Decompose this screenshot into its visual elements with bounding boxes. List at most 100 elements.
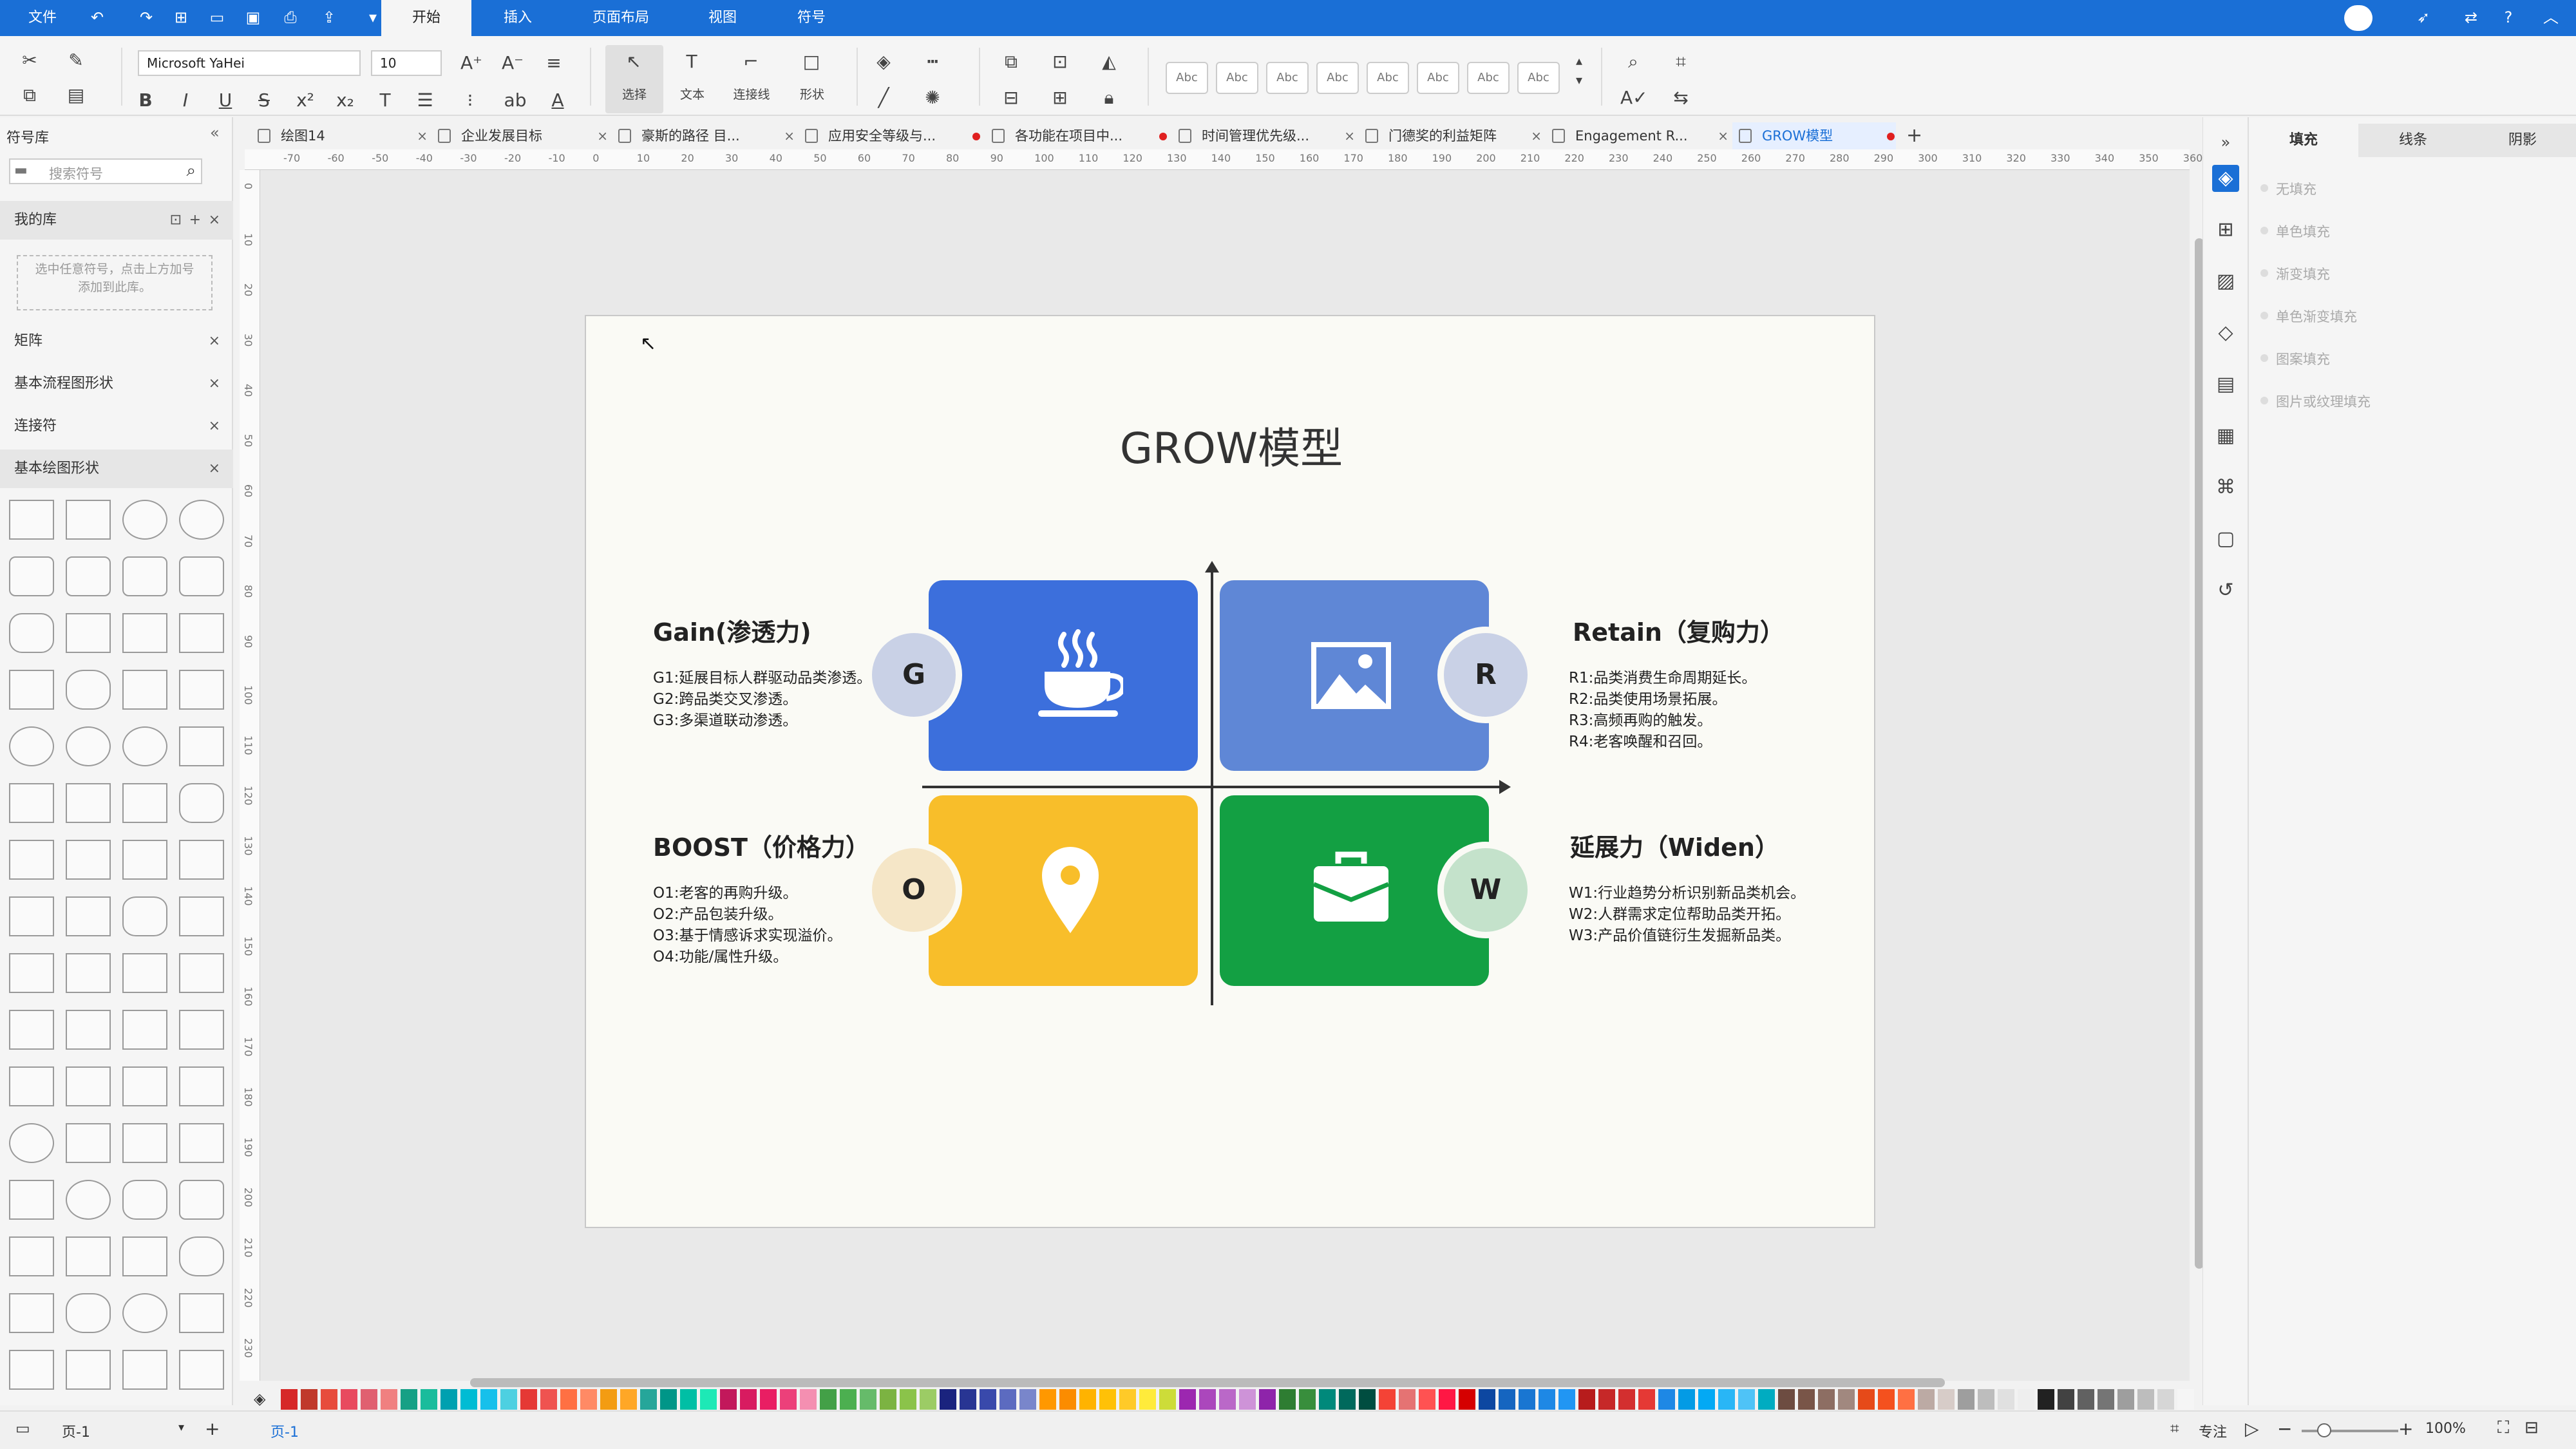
color-swatch[interactable] (1718, 1389, 1735, 1410)
text-gain[interactable]: G1:延展目标人群驱动品类渗透。 G2:跨品类交叉渗透。 G3:多渠道联动渗透。 (653, 668, 871, 732)
color-swatch[interactable] (2098, 1389, 2114, 1410)
focus-label[interactable]: 专注 (2199, 1421, 2227, 1441)
color-swatch[interactable] (640, 1389, 657, 1410)
color-swatch[interactable] (401, 1389, 417, 1410)
share-icon[interactable]: ⇄ (2461, 8, 2481, 27)
color-swatch[interactable] (1419, 1389, 1435, 1410)
effects-icon[interactable]: ✺ (920, 85, 945, 111)
library-shape[interactable] (66, 840, 111, 880)
library-shape[interactable] (122, 726, 167, 766)
tab-insert[interactable]: 插入 (504, 0, 532, 36)
redo-icon[interactable]: ↷ (137, 8, 156, 27)
tab-page-layout[interactable]: 页面布局 (592, 0, 649, 36)
color-swatch[interactable] (1638, 1389, 1655, 1410)
save-icon[interactable]: ▣ (243, 8, 263, 27)
library-shape[interactable] (66, 1350, 111, 1390)
circle-o[interactable]: O (866, 842, 962, 938)
color-swatch[interactable] (1878, 1389, 1895, 1410)
library-shape[interactable] (9, 556, 54, 596)
color-swatch[interactable] (1818, 1389, 1835, 1410)
symbol-search-box[interactable]: ▬ 搜索符号 ⌕ (9, 158, 202, 184)
italic-icon[interactable]: I (173, 88, 198, 113)
library-shape[interactable] (179, 1123, 224, 1163)
paste-icon[interactable]: ▤ (63, 82, 89, 108)
text-boost[interactable]: O1:老客的再购升级。 O2:产品包装升级。 O3:基于情感诉求实现溢价。 O4… (653, 883, 842, 968)
color-swatch[interactable] (1918, 1389, 1935, 1410)
library-shape[interactable] (66, 953, 111, 993)
avatar[interactable] (2344, 5, 2372, 31)
color-swatch[interactable] (1738, 1389, 1755, 1410)
add-library-icon[interactable]: + (189, 201, 201, 240)
color-swatch[interactable] (860, 1389, 876, 1410)
color-swatch[interactable] (1998, 1389, 2014, 1410)
open-folder-icon[interactable]: ▭ (207, 8, 227, 27)
color-swatch[interactable] (1139, 1389, 1156, 1410)
drawing-canvas[interactable]: GROW模型 G R O W Gain(渗透力) G1:延展目标人群驱动品类渗透… (260, 170, 2190, 1381)
color-swatch[interactable] (1898, 1389, 1915, 1410)
close-tab-icon[interactable]: × (1344, 122, 1355, 149)
color-swatch[interactable] (760, 1389, 777, 1410)
color-swatch[interactable] (1159, 1389, 1176, 1410)
replace-shape-icon[interactable]: ⇆ (1668, 85, 1694, 111)
library-shape[interactable] (122, 556, 167, 596)
expand-panel-icon[interactable]: » (2212, 129, 2239, 156)
fill-option-gradient[interactable]: 渐变填充 (2260, 264, 2330, 283)
library-shape[interactable] (179, 726, 224, 766)
color-swatch[interactable] (960, 1389, 976, 1410)
quadrant-o[interactable] (929, 795, 1198, 986)
close-tab-icon[interactable]: × (1718, 122, 1728, 149)
focus-icon[interactable]: ⌗ (2170, 1419, 2179, 1437)
document-tab[interactable]: 时间管理优先级... × (1172, 122, 1355, 149)
library-shape[interactable] (66, 896, 111, 936)
new-file-icon[interactable]: ⊞ (171, 8, 191, 27)
library-shape[interactable] (179, 953, 224, 993)
color-swatch[interactable] (740, 1389, 757, 1410)
color-swatch[interactable] (2018, 1389, 2034, 1410)
color-swatch[interactable] (1698, 1389, 1715, 1410)
layers-icon[interactable]: ◇ (2212, 319, 2239, 346)
close-tab-icon[interactable]: × (597, 122, 608, 149)
close-icon[interactable]: × (209, 450, 220, 488)
color-swatch[interactable] (1558, 1389, 1575, 1410)
library-shape[interactable] (179, 783, 224, 823)
color-swatch[interactable] (1119, 1389, 1136, 1410)
color-swatch[interactable] (540, 1389, 557, 1410)
library-shape[interactable] (9, 783, 54, 823)
library-shape[interactable] (9, 1350, 54, 1390)
style-sample-2[interactable]: Abc (1216, 62, 1258, 94)
color-swatch[interactable] (440, 1389, 457, 1410)
color-swatch[interactable] (920, 1389, 936, 1410)
font-family-select[interactable]: Microsoft YaHei (138, 50, 361, 76)
library-shape[interactable] (179, 556, 224, 596)
fill-option-solid[interactable]: 单色填充 (2260, 222, 2330, 241)
color-swatch[interactable] (1359, 1389, 1376, 1410)
page-list-icon[interactable]: ▭ (15, 1419, 30, 1437)
fill-color-icon[interactable]: ◈ (871, 49, 896, 75)
color-swatch[interactable] (301, 1389, 317, 1410)
flip-icon[interactable]: ◭ (1096, 49, 1122, 75)
color-swatch[interactable] (1958, 1389, 1975, 1410)
color-swatch[interactable] (1039, 1389, 1056, 1410)
menu-file[interactable]: 文件 (28, 0, 57, 36)
color-swatch[interactable] (840, 1389, 857, 1410)
color-swatch[interactable] (1798, 1389, 1815, 1410)
add-page-icon[interactable]: + (205, 1418, 220, 1439)
page-tab[interactable]: 页-1 (270, 1421, 299, 1441)
color-swatch[interactable] (1758, 1389, 1775, 1410)
highlight-icon[interactable]: ab (502, 88, 528, 113)
color-swatch[interactable] (1239, 1389, 1256, 1410)
color-swatch[interactable] (1079, 1389, 1096, 1410)
library-shape[interactable] (9, 840, 54, 880)
library-shape[interactable] (66, 670, 111, 710)
fit-page-icon[interactable]: ⛶ (2497, 1418, 2509, 1438)
fullscreen-icon[interactable]: ⊟ (2524, 1418, 2539, 1437)
document-tab[interactable]: GROW模型 (1732, 122, 1896, 149)
color-swatch[interactable] (2137, 1389, 2154, 1410)
color-swatch[interactable] (520, 1389, 537, 1410)
fill-option-pattern[interactable]: 图案填充 (2260, 349, 2330, 368)
close-tab-icon[interactable]: × (784, 122, 795, 149)
fill-option-mono-gradient[interactable]: 单色渐变填充 (2260, 307, 2357, 326)
color-swatch[interactable] (1978, 1389, 1994, 1410)
library-shape[interactable] (9, 896, 54, 936)
publish-icon[interactable]: ➶ (2414, 8, 2433, 27)
